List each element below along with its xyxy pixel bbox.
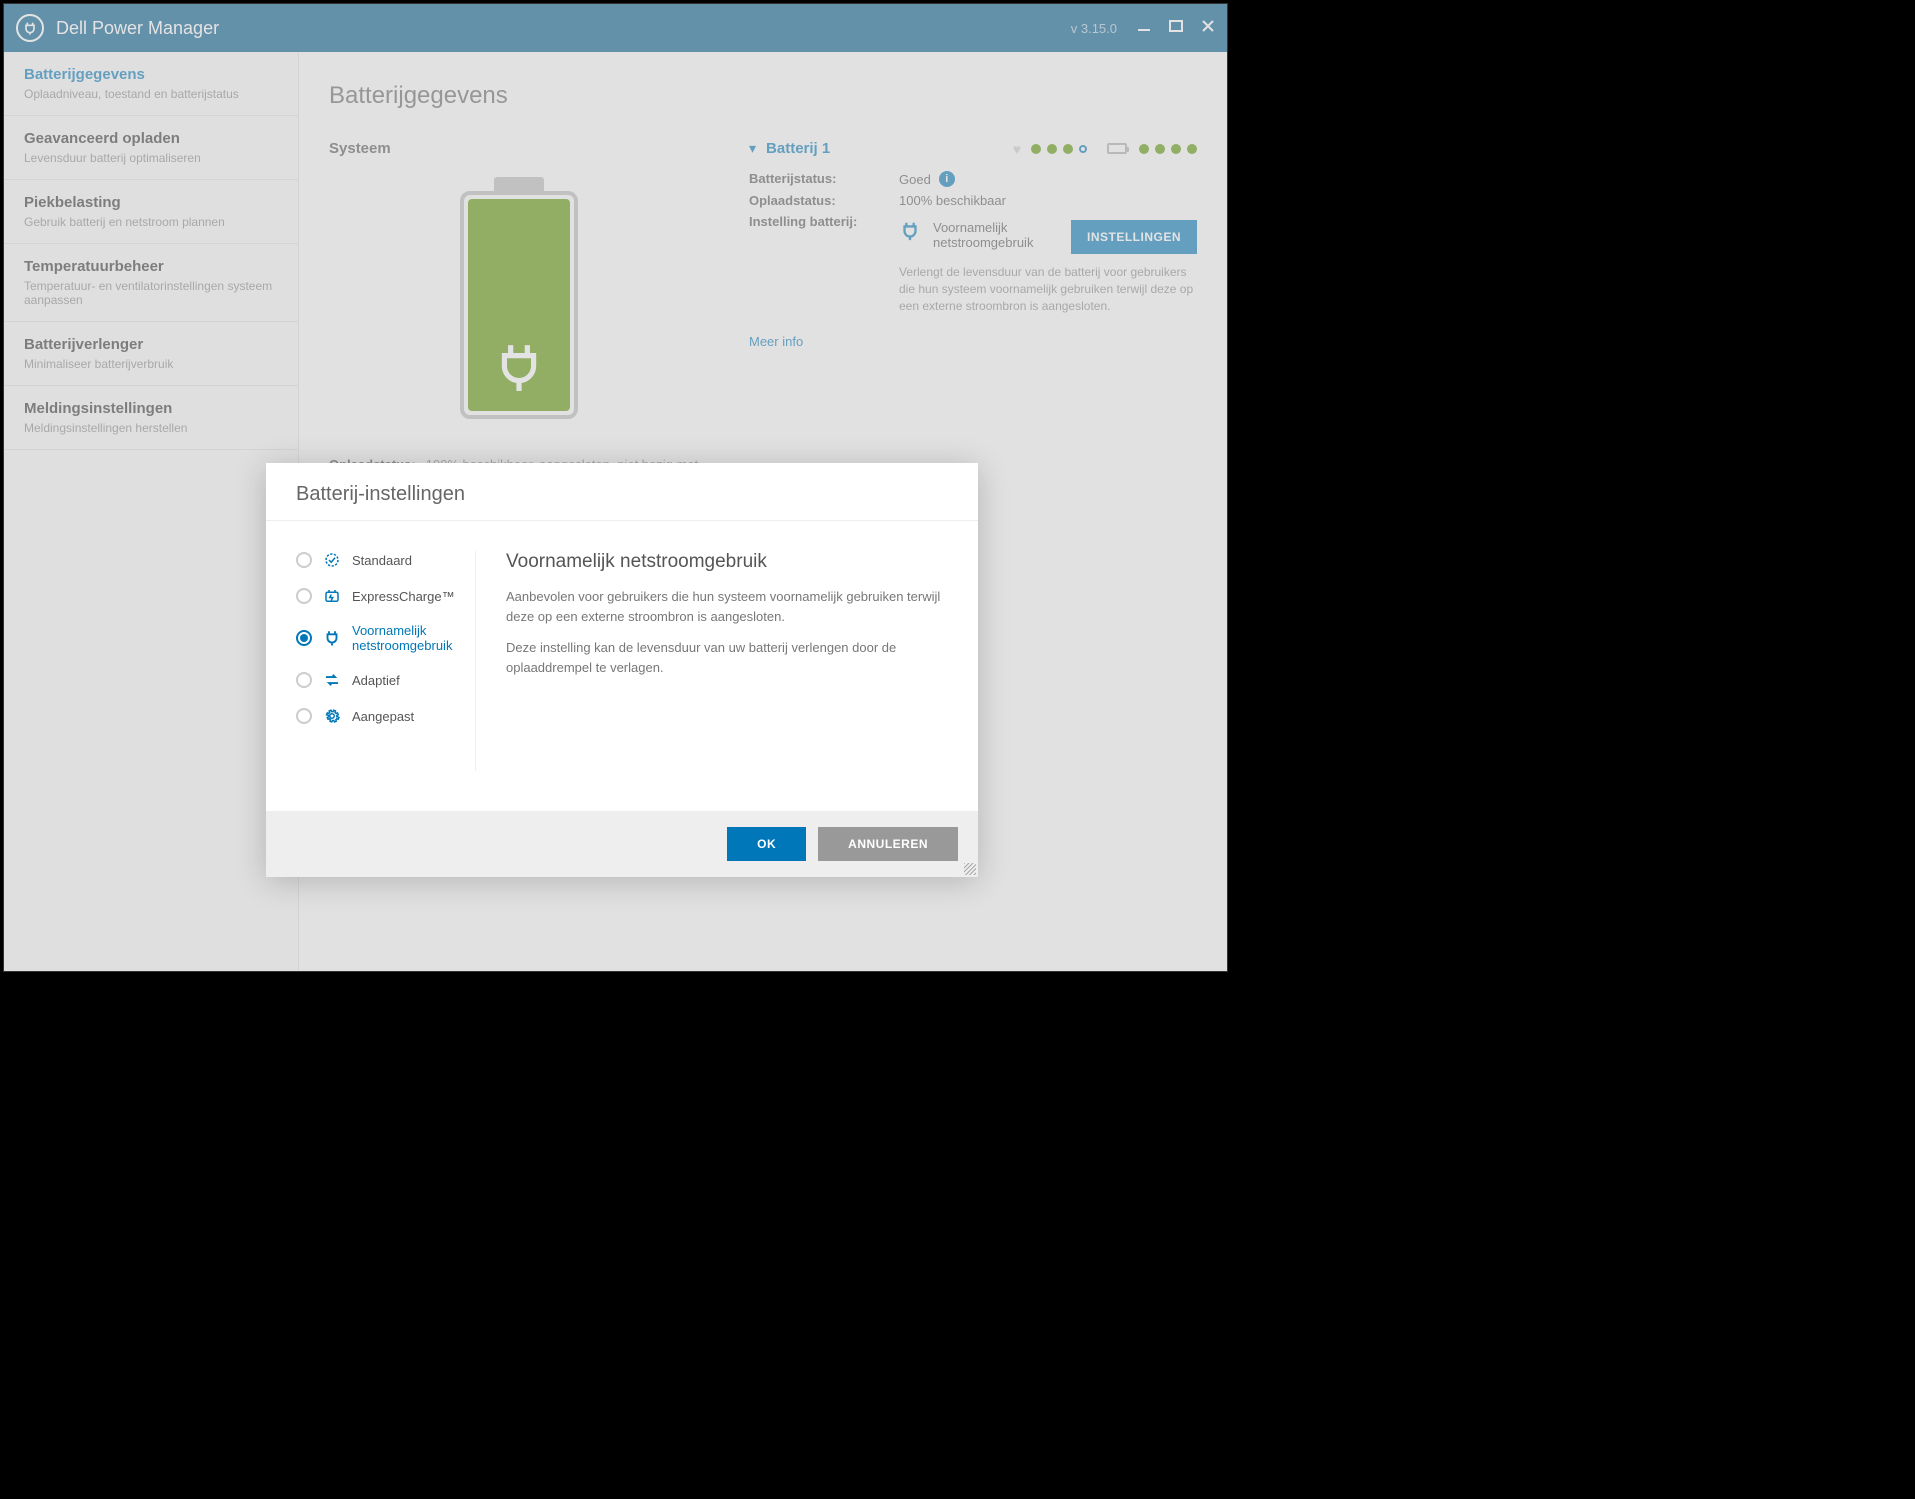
express-charge-icon (322, 587, 342, 605)
radio-icon (296, 672, 312, 688)
battery-settings-modal: Batterij-instellingen Standaard ExpressC… (266, 463, 978, 877)
adaptive-icon (322, 671, 342, 689)
option-adaptive[interactable]: Adaptief (296, 671, 465, 689)
option-custom[interactable]: Aangepast (296, 707, 465, 725)
cancel-button[interactable]: ANNULEREN (818, 827, 958, 861)
radio-icon (296, 552, 312, 568)
plug-icon (322, 629, 342, 647)
resize-grip[interactable] (964, 863, 976, 875)
modal-title: Batterij-instellingen (296, 483, 948, 506)
check-badge-icon (322, 551, 342, 569)
gear-icon (322, 707, 342, 725)
option-desc-title: Voornamelijk netstroomgebruik (506, 551, 948, 573)
option-standard[interactable]: Standaard (296, 551, 465, 569)
option-desc-p1: Aanbevolen voor gebruikers die hun syste… (506, 587, 948, 626)
option-express-charge[interactable]: ExpressCharge™ (296, 587, 465, 605)
option-ac-use[interactable]: Voornamelijk netstroomgebruik (296, 623, 465, 653)
app-window: Dell Power Manager v 3.15.0 Batterijgege… (3, 3, 1228, 972)
radio-icon (296, 588, 312, 604)
radio-icon (296, 630, 312, 646)
option-desc-p2: Deze instelling kan de levensduur van uw… (506, 638, 948, 677)
ok-button[interactable]: OK (727, 827, 806, 861)
modal-overlay: Batterij-instellingen Standaard ExpressC… (4, 4, 1227, 971)
radio-icon (296, 708, 312, 724)
